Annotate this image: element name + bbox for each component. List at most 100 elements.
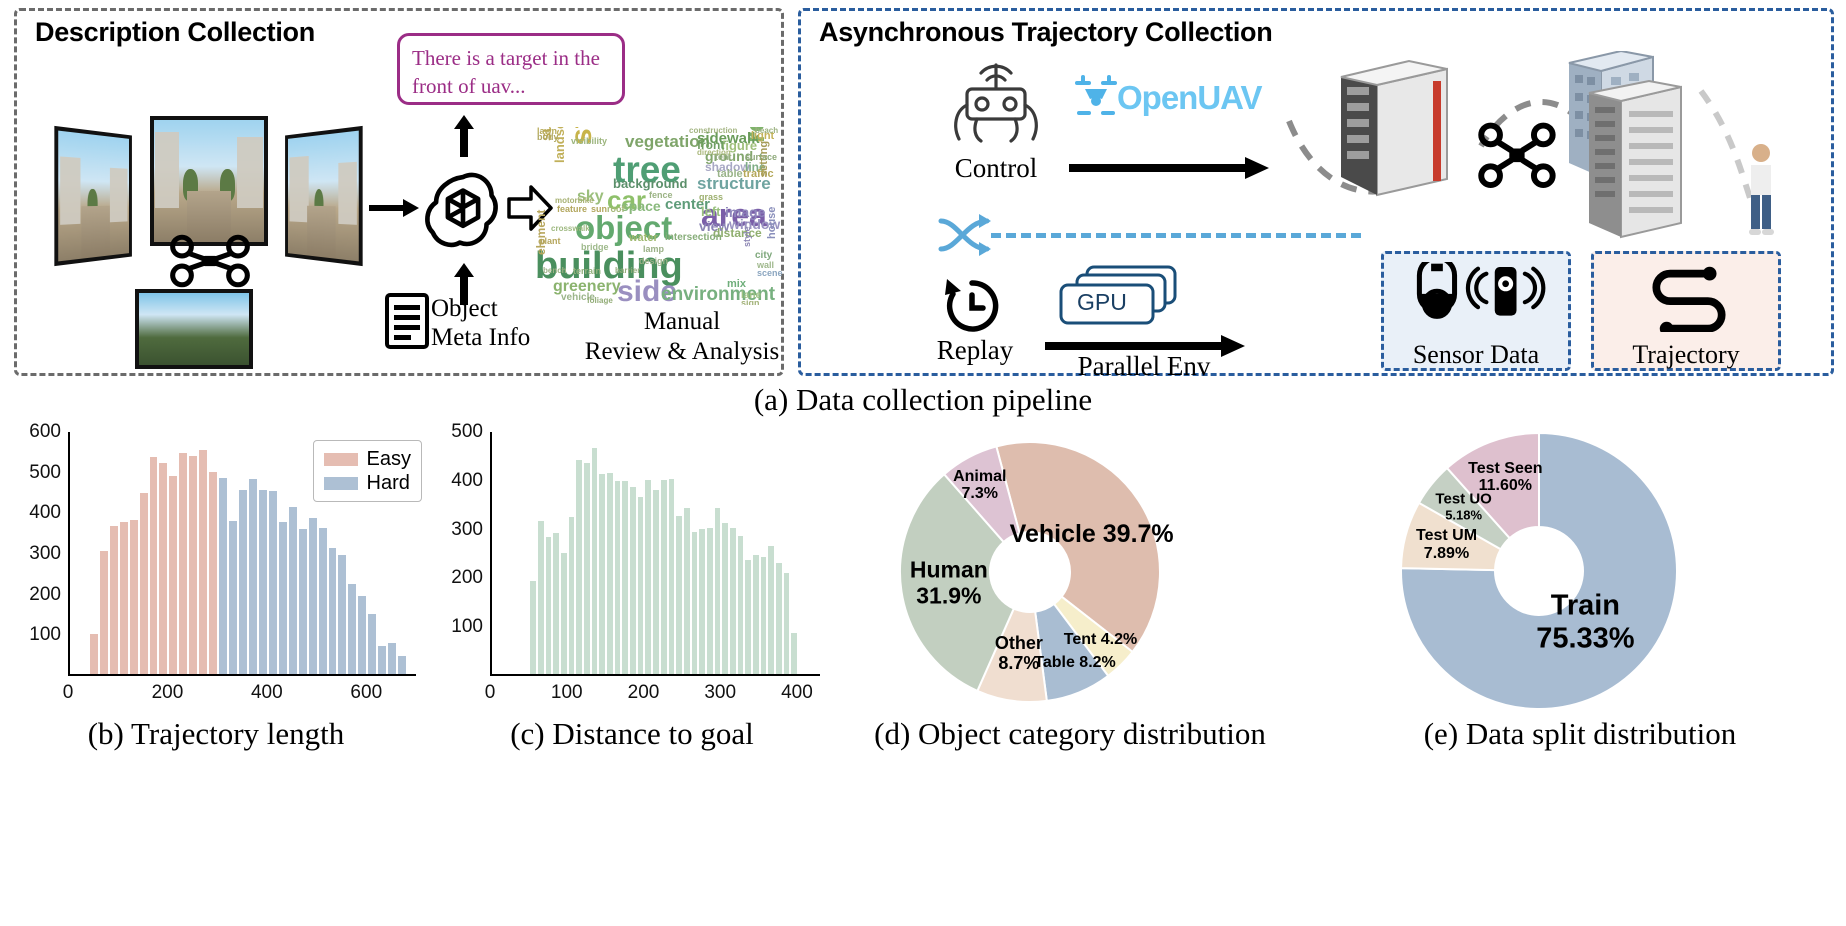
openuav-label: OpenUAV	[1117, 79, 1263, 116]
y-tick-label: 500	[29, 461, 61, 483]
word-cloud-term: left	[701, 204, 721, 219]
word-cloud-term: intersection	[665, 232, 722, 243]
word-cloud-term: plant	[539, 236, 561, 246]
word-cloud-term: sign	[741, 298, 760, 306]
word-cloud-term: table	[717, 168, 743, 180]
pie-slice-label: Vehicle 39.7%	[1009, 519, 1174, 548]
shuffle-dashed-line	[991, 233, 1361, 238]
donut-d: Vehicle 39.7% Tent 4.2% Table 8.2% Other 8.7…	[880, 436, 1180, 708]
histogram-bar	[159, 463, 168, 674]
legend-label: Hard	[366, 471, 410, 494]
pie-slice-name: Test Seen	[1468, 459, 1543, 477]
pie-slice-label: Table 8.2%	[1034, 653, 1116, 671]
x-tick-label: 100	[550, 682, 583, 703]
caption-c: (c) Distance to goal	[510, 716, 754, 751]
histogram-bar	[561, 553, 567, 674]
histogram-bar	[179, 452, 188, 674]
donut-e: Train 75.33% Test UM 7.89% Test UO 5.18% Test …	[1400, 431, 1678, 710]
word-cloud-term: crosswalk	[551, 224, 590, 233]
histogram-bar	[691, 531, 698, 674]
uav-view-image-left	[54, 125, 132, 267]
x-ticks-c: 0 100 200 300 400	[485, 676, 820, 703]
word-cloud-term: water	[629, 232, 658, 244]
speech-text: There is a target in the front of uav...	[412, 46, 600, 99]
trajectory-label: Trajectory	[1632, 340, 1740, 369]
drone-icon	[170, 234, 250, 288]
word-cloud-term: sun	[591, 204, 608, 214]
pie-slice-label: Other 8.7%	[995, 633, 1043, 673]
word-cloud-term: design	[639, 256, 669, 266]
histogram-bar	[358, 596, 367, 674]
pie-slice-percent: 75.33%	[1536, 622, 1635, 655]
meta-line-2: Meta Info	[431, 323, 531, 351]
uav-view-image-right	[285, 125, 363, 267]
histogram-bar	[553, 532, 560, 674]
word-cloud-term: construction	[689, 127, 738, 135]
y-tick-label: 300	[451, 518, 483, 540]
replay-clock-icon	[945, 279, 999, 332]
data-collection-pipeline: Description Collection There is a target…	[0, 0, 1846, 417]
histogram-bar	[584, 463, 590, 674]
caption-a: (a) Data collection pipeline	[753, 382, 1093, 417]
word-cloud-term: visibility	[571, 136, 608, 146]
histogram-bar	[683, 508, 690, 674]
histogram-bar	[139, 492, 148, 674]
histogram-bar	[189, 456, 198, 674]
trajectory-box: Trajectory	[1591, 251, 1781, 371]
histogram-bar	[745, 560, 751, 674]
histogram-bar	[775, 562, 782, 674]
word-cloud-term: grass	[699, 192, 724, 202]
pie-slice-percent: 7.3%	[961, 485, 998, 503]
caption-d: (d) Object category distribution	[874, 716, 1266, 751]
manual-line-2: Review & Analysis	[584, 338, 780, 365]
word-cloud-term: surface	[745, 152, 778, 162]
histogram-bar	[229, 520, 238, 674]
word-cloud-term: bench	[543, 266, 567, 275]
bars-c	[492, 432, 820, 674]
histogram-bar	[109, 525, 118, 674]
simulation-scene-illustration	[1286, 51, 1774, 239]
histogram-bar	[348, 584, 357, 674]
arrow-right-icon-control	[1069, 157, 1269, 179]
legend-b: Easy Hard	[312, 440, 422, 502]
pie-slice-name: Other	[994, 633, 1043, 654]
pie-slice-label: Test Seen 11.60%	[1468, 460, 1542, 496]
word-cloud-term: direction	[697, 148, 731, 157]
sensor-data-box: Sensor Data	[1381, 251, 1571, 371]
uav-aerial-image	[135, 289, 253, 369]
histogram-bar	[530, 580, 537, 674]
x-tick-label: 200	[151, 682, 184, 703]
histogram-bar	[637, 496, 644, 674]
histogram-bar	[676, 516, 682, 674]
y-tick-label: 100	[29, 624, 61, 646]
histogram-bar	[328, 548, 337, 674]
pie-slice-name: Human	[909, 556, 988, 583]
pie-slice-label: Train 75.33%	[1536, 590, 1634, 655]
word-cloud-term: barrier	[615, 266, 641, 275]
x-tick-label: 300	[704, 682, 737, 703]
trajectory-path-icon	[1652, 266, 1726, 332]
description-speech-bubble: There is a target in the front of uav...	[397, 33, 625, 105]
async-trajectory-collection-panel: Asynchronous Trajectory Collection Contr…	[798, 8, 1834, 381]
word-cloud-term: beach	[755, 127, 779, 135]
panel-title-async-trajectory: Asynchronous Trajectory Collection	[819, 17, 1273, 47]
description-collection-panel: Description Collection There is a target…	[14, 8, 784, 376]
histogram-bar	[722, 522, 728, 674]
word-cloud-term: background	[613, 176, 688, 191]
shuffle-icon	[938, 214, 991, 256]
control-label: Control	[954, 153, 1038, 183]
y-tick-label: 500	[451, 421, 483, 442]
y-tick-label: 100	[451, 616, 483, 638]
pie-slice-name: Test UM	[1415, 527, 1478, 545]
pie-slice-label: Animal 7.3%	[953, 468, 1006, 504]
y-tick-label: 400	[451, 469, 483, 491]
word-cloud-term: image	[725, 204, 766, 220]
word-cloud-term: element	[534, 209, 548, 255]
histogram-bar	[368, 614, 377, 674]
histogram-bar	[653, 489, 659, 674]
histogram-bar	[622, 480, 629, 674]
gpt-logo-icon	[425, 172, 498, 248]
histogram-bar	[308, 518, 317, 674]
histogram-bar	[219, 478, 228, 674]
histogram-bar	[599, 474, 606, 674]
